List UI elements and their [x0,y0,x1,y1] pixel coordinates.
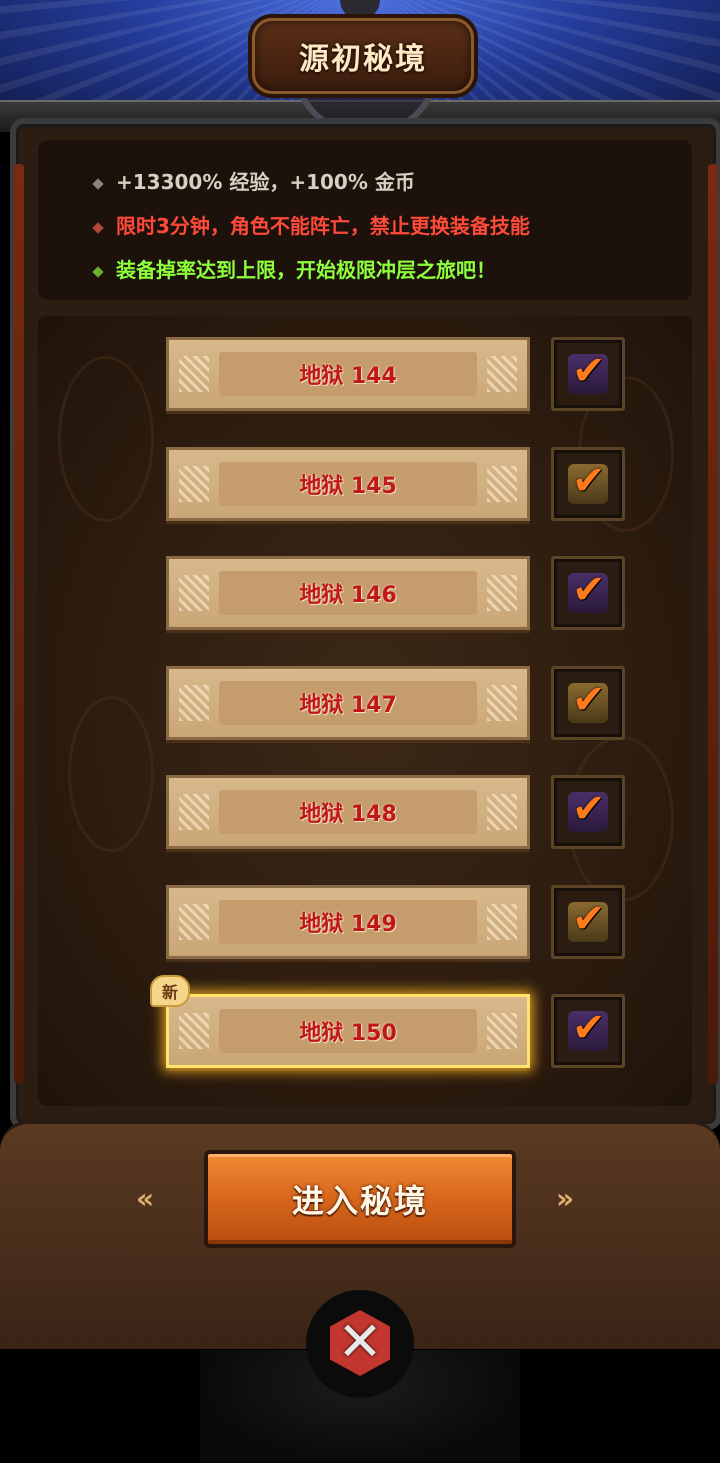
level-label: 地狱 148 [299,802,397,827]
level-label: 地狱 149 [299,912,397,937]
level-button-148[interactable]: 地狱 148 [166,775,530,849]
new-badge: 新 [150,975,190,1007]
close-button[interactable]: ✕ [330,1306,390,1376]
bullet-diamond-icon [92,177,104,190]
level-checkbox-146[interactable]: ✔ [551,556,625,630]
level-checkbox-149[interactable]: ✔ [551,885,625,959]
level-checkbox-145[interactable]: ✔ [551,447,625,521]
checkmark-icon: ✔ [572,348,606,394]
enter-realm-label: 进入秘境 [291,1182,428,1220]
checkmark-icon: ✔ [572,458,606,504]
level-checkbox-150[interactable]: ✔ [551,994,625,1068]
level-button-146[interactable]: 地狱 146 [166,556,530,630]
level-checkbox-144[interactable]: ✔ [551,337,625,411]
page-title: 源初秘境 [299,42,427,77]
enter-realm-button[interactable]: 进入秘境 [204,1150,516,1248]
info-text-rewards: +13300% 经验，+100% 金币 [116,170,415,194]
bullet-diamond-icon [92,221,104,234]
panel-side-bar-left [14,164,24,1084]
arrow-right-icon: » [556,1182,575,1215]
checkmark-icon: ✔ [572,786,606,832]
checkmark-icon: ✔ [572,677,606,723]
level-label: 地狱 145 [299,474,397,499]
arrow-left-icon: « [136,1182,155,1215]
swirl-decoration [58,356,154,522]
level-checkbox-148[interactable]: ✔ [551,775,625,849]
checkmark-icon: ✔ [572,1005,606,1051]
info-line-rules: 限时3分钟，角色不能阵亡，禁止更换装备技能 [92,210,530,239]
level-button-150[interactable]: 地狱 150 [166,994,530,1068]
bullet-diamond-icon [92,265,104,278]
level-checkbox-147[interactable]: ✔ [551,666,625,740]
level-label: 地狱 150 [299,1021,397,1046]
panel-side-bar-right [708,164,718,1084]
info-box: +13300% 经验，+100% 金币 限时3分钟，角色不能阵亡，禁止更换装备技… [38,140,692,300]
level-label: 地狱 146 [299,583,397,608]
info-text-drop-rate: 装备掉率达到上限，开始极限冲层之旅吧！ [116,258,496,282]
level-button-149[interactable]: 地狱 149 [166,885,530,959]
info-line-drop-rate: 装备掉率达到上限，开始极限冲层之旅吧！ [92,254,496,283]
level-button-145[interactable]: 地狱 145 [166,447,530,521]
level-label: 地狱 147 [299,693,397,718]
swirl-decoration [68,696,154,852]
level-button-147[interactable]: 地狱 147 [166,666,530,740]
level-label: 地狱 144 [299,364,397,389]
level-button-144[interactable]: 地狱 144 [166,337,530,411]
title-plate: 源初秘境 [252,18,474,94]
checkmark-icon: ✔ [572,567,606,613]
info-line-rewards: +13300% 经验，+100% 金币 [92,166,415,195]
checkmark-icon: ✔ [572,896,606,942]
info-text-rules: 限时3分钟，角色不能阵亡，禁止更换装备技能 [116,214,530,238]
